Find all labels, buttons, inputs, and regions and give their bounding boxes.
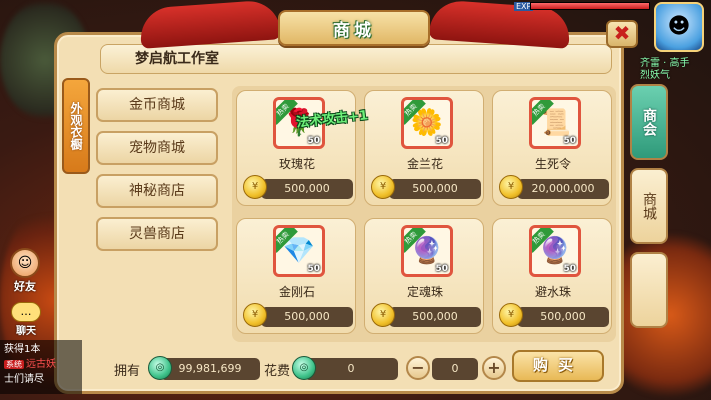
item-grid: 热卖 🌹 50 玫瑰花 ¥ 500,000 热卖 🌼 50 金兰花 ¥ 500,… [232, 86, 616, 342]
item-price: 500,000 [517, 307, 609, 327]
item-card[interactable]: 热卖 💎 50 金刚石 ¥ 500,000 [236, 218, 356, 334]
item-name: 金兰花 [406, 157, 443, 171]
tab-guild-shop[interactable]: 商会 [630, 84, 668, 160]
gold-coin-icon: ¥ [499, 175, 523, 199]
item-quantity: 50 [307, 136, 320, 146]
shop-title-banner: 商城 [278, 10, 430, 46]
item-price: 500,000 [261, 307, 353, 327]
tab-mall[interactable]: 商城 [630, 168, 668, 244]
item-card[interactable]: 热卖 🔮 50 定魂珠 ¥ 500,000 [364, 218, 484, 334]
purple-orb-icon: 热卖 🔮 50 [529, 225, 581, 277]
chat-bubble-icon: … [11, 302, 41, 322]
item-card[interactable]: 热卖 🌼 50 金兰花 ¥ 500,000 [364, 90, 484, 206]
cost-label: 花费 [264, 364, 291, 379]
category-mystery-shop[interactable]: 神秘商店 [96, 174, 218, 208]
buy-button[interactable]: 购买 [512, 350, 604, 382]
item-name: 生死令 [534, 157, 571, 171]
jade-currency-icon: ◎ [292, 356, 316, 380]
token-icon: 热卖 📜 50 [529, 97, 581, 149]
health-bar [530, 2, 650, 10]
item-name: 金刚石 [278, 285, 315, 299]
item-quantity: 50 [563, 136, 576, 146]
gold-coin-icon: ¥ [499, 303, 523, 327]
item-price: 500,000 [389, 179, 481, 199]
tab-empty[interactable] [630, 252, 668, 328]
category-list: 金币商城 宠物商城 神秘商店 灵兽商店 [96, 88, 218, 260]
item-quantity: 50 [435, 264, 448, 274]
shop-title: 商城 [333, 20, 375, 41]
player-avatar[interactable]: ☻ [654, 2, 704, 52]
chat-label: 聊天 [16, 326, 36, 337]
owned-label: 拥有 [114, 364, 141, 379]
friends-button[interactable]: ☺ 好友 [8, 248, 42, 294]
friends-label: 好友 [14, 280, 36, 293]
category-spirit-beast-shop[interactable]: 灵兽商店 [96, 217, 218, 251]
quantity-input[interactable]: 0 [432, 358, 478, 380]
item-card[interactable]: 热卖 📜 50 生死令 ¥ 20,000,000 [492, 90, 612, 206]
item-name: 定魂珠 [406, 285, 443, 299]
gold-coin-icon: ¥ [371, 175, 395, 199]
chat-log[interactable]: 获得1本 系统 远古妖 士们请尽 [0, 340, 82, 394]
cost-amount: 0 [304, 358, 398, 380]
item-price: 20,000,000 [517, 179, 609, 199]
jade-currency-icon: ◎ [148, 356, 172, 380]
increase-quantity-button[interactable]: + [482, 356, 506, 380]
wardrobe-tab[interactable]: 外观衣橱 [62, 78, 90, 174]
chat-line: 系统 远古妖 [4, 357, 78, 372]
close-button[interactable]: ✖ [606, 20, 638, 48]
purchase-bar: 拥有 ◎ 99,981,699 花费 ◎ 0 − 0 + 购买 [110, 350, 610, 384]
gold-coin-icon: ¥ [243, 175, 267, 199]
blue-orb-icon: 热卖 🔮 50 [401, 225, 453, 277]
decrease-quantity-button[interactable]: − [406, 356, 430, 380]
gold-coin-icon: ¥ [371, 303, 395, 327]
gold-coin-icon: ¥ [243, 303, 267, 327]
chat-button[interactable]: … 聊天 [6, 302, 46, 337]
player-status: 烈妖气 [640, 70, 670, 81]
item-card[interactable]: 热卖 🔮 50 避水珠 ¥ 500,000 [492, 218, 612, 334]
item-price: 500,000 [261, 179, 353, 199]
chat-line: 获得1本 [4, 344, 41, 355]
friend-avatar-icon: ☺ [10, 248, 40, 278]
category-gold-shop[interactable]: 金币商城 [96, 88, 218, 122]
item-name: 避水珠 [534, 285, 571, 299]
chat-line: 士们请尽 [4, 374, 44, 385]
category-pet-shop[interactable]: 宠物商城 [96, 131, 218, 165]
item-quantity: 50 [307, 264, 320, 274]
item-quantity: 50 [563, 264, 576, 274]
health-bar-fill [531, 3, 649, 9]
studio-name: 梦启航工作室 [100, 44, 612, 74]
item-quantity: 50 [435, 136, 448, 146]
item-price: 500,000 [389, 307, 481, 327]
owned-amount: 99,981,699 [160, 358, 260, 380]
orchid-icon: 热卖 🌼 50 [401, 97, 453, 149]
diamond-stone-icon: 热卖 💎 50 [273, 225, 325, 277]
item-name: 玫瑰花 [278, 157, 315, 171]
chat-line-text: 远古妖 [26, 359, 56, 370]
system-tag: 系统 [4, 360, 24, 369]
